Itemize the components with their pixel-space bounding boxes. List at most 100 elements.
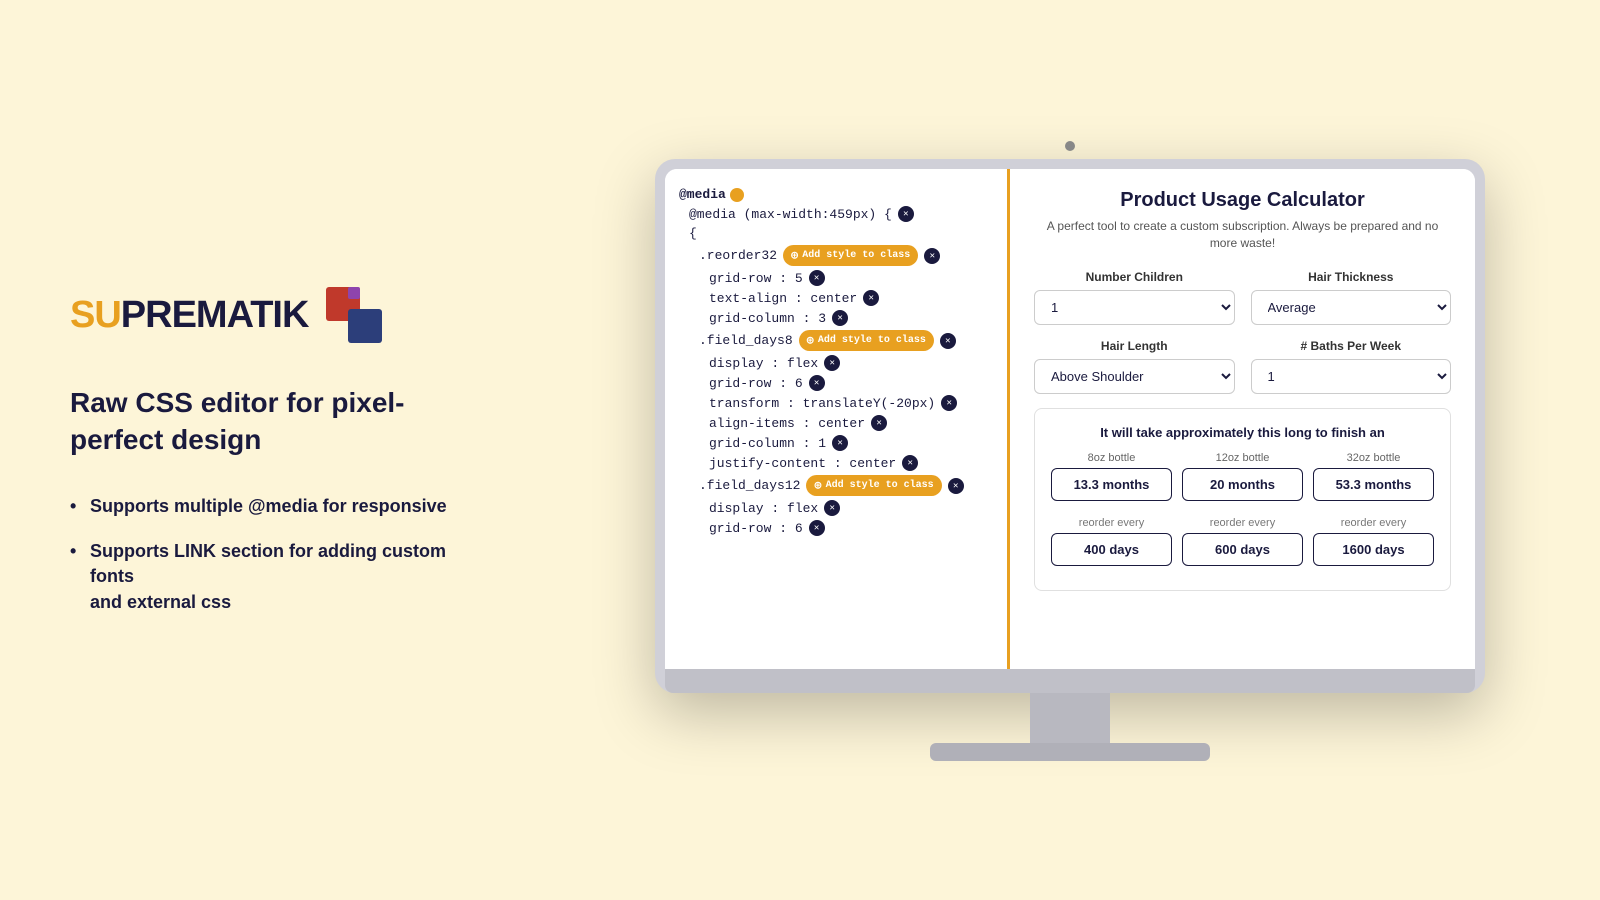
css-alignitems: align-items : center — [709, 416, 865, 431]
monitor-container: @media @media (max-width:459px) { ✕ { — [540, 139, 1600, 761]
css-text-0: @media (max-width:459px) { — [689, 207, 892, 222]
css-line-display-flex-2: display : flex ✕ — [679, 498, 993, 518]
number-children-label: Number Children — [1034, 270, 1235, 284]
css-gridrow6-2: grid-row : 6 — [709, 521, 803, 536]
css-gridcol1: grid-column : 1 — [709, 436, 826, 451]
close-btn-display-flex[interactable]: ✕ — [824, 355, 840, 371]
calc-title: Product Usage Calculator — [1034, 189, 1451, 212]
monitor-chin — [665, 669, 1475, 693]
reorder-value-32oz: 1600 days — [1313, 533, 1434, 566]
monitor-screen: @media @media (max-width:459px) { ✕ { — [665, 169, 1475, 669]
add-style-badge-1[interactable]: ⊕ Add style to class — [783, 245, 918, 266]
css-line-media: @media — [679, 185, 993, 204]
monitor-screen-wrapper: @media @media (max-width:459px) { ✕ { — [655, 159, 1485, 693]
add-style-badge-2[interactable]: ⊕ Add style to class — [799, 330, 934, 351]
close-btn-justifycontent[interactable]: ✕ — [902, 455, 918, 471]
css-display-flex: display : flex — [709, 356, 818, 371]
brand-logo-icon — [324, 285, 384, 345]
hair-thickness-select[interactable]: Fine Average Thick — [1251, 290, 1452, 325]
close-btn-gridrow6-2[interactable]: ✕ — [809, 520, 825, 536]
bullet-2-text: Supports LINK section for adding custom … — [90, 541, 446, 611]
bottle-col-8oz: 8oz bottle 13.3 months — [1051, 452, 1172, 501]
calc-row-2: Hair Length Short Above Shoulder Shoulde… — [1034, 339, 1451, 394]
css-line-reorder32: .reorder32 ⊕ Add style to class ✕ — [679, 243, 993, 268]
css-textalign: text-align : center — [709, 291, 857, 306]
close-btn-gridrow6[interactable]: ✕ — [809, 375, 825, 391]
reorder-col-32oz: reorder every 1600 days — [1313, 509, 1434, 566]
bullets-list: Supports multiple @media for responsive … — [70, 494, 480, 615]
css-transform: transform : translateY(-20px) — [709, 396, 935, 411]
close-btn-fielddays12[interactable]: ✕ — [948, 478, 964, 494]
number-children-select[interactable]: 1 2 3 — [1034, 290, 1235, 325]
bottle-col-32oz: 32oz bottle 53.3 months — [1313, 452, 1434, 501]
close-btn-display-flex-2[interactable]: ✕ — [824, 500, 840, 516]
badge-label-2: Add style to class — [818, 335, 926, 346]
close-btn-gridrow5[interactable]: ✕ — [809, 270, 825, 286]
badge-label-1: Add style to class — [802, 250, 910, 261]
brand-name: SUPREMATIK — [70, 294, 308, 337]
monitor-dot — [1065, 141, 1075, 151]
add-style-badge-3[interactable]: ⊕ Add style to class — [806, 475, 941, 496]
bottle-labels-row: 8oz bottle 13.3 months 12oz bottle 20 mo… — [1051, 452, 1434, 501]
css-editor-panel: @media @media (max-width:459px) { ✕ { — [665, 169, 1010, 669]
css-justifycontent: justify-content : center — [709, 456, 896, 471]
calculator-panel: Product Usage Calculator A perfect tool … — [1010, 169, 1475, 669]
css-line-gridcol1: grid-column : 1 ✕ — [679, 433, 993, 453]
reorder-value-8oz: 400 days — [1051, 533, 1172, 566]
bottle-label-8oz: 8oz bottle — [1051, 452, 1172, 464]
css-line-gridrow6: grid-row : 6 ✕ — [679, 373, 993, 393]
css-gridrow6: grid-row : 6 — [709, 376, 803, 391]
bottle-label-12oz: 12oz bottle — [1182, 452, 1303, 464]
reorder-row: reorder every 400 days reorder every 600… — [1051, 509, 1434, 566]
css-line-fielddays12: .field_days12 ⊕ Add style to class ✕ — [679, 473, 993, 498]
close-btn-transform[interactable]: ✕ — [941, 395, 957, 411]
css-line-gridrow6-2: grid-row : 6 ✕ — [679, 518, 993, 538]
reorder-label-32oz: reorder every — [1313, 517, 1434, 529]
reorder-col-12oz: reorder every 600 days — [1182, 509, 1303, 566]
css-display-flex-2: display : flex — [709, 501, 818, 516]
reorder-label-8oz: reorder every — [1051, 517, 1172, 529]
css-class-fielddays12: .field_days12 — [699, 478, 800, 493]
hair-length-field: Hair Length Short Above Shoulder Shoulde… — [1034, 339, 1235, 394]
hair-length-select[interactable]: Short Above Shoulder Shoulder Long — [1034, 359, 1235, 394]
number-children-field: Number Children 1 2 3 — [1034, 270, 1235, 325]
results-box: It will take approximately this long to … — [1034, 408, 1451, 591]
media-dot-icon — [730, 188, 744, 202]
bottle-value-8oz: 13.3 months — [1051, 468, 1172, 501]
css-line-transform: transform : translateY(-20px) ✕ — [679, 393, 993, 413]
close-btn-alignitems[interactable]: ✕ — [871, 415, 887, 431]
css-brace: { — [689, 226, 697, 241]
bullet-1: Supports multiple @media for responsive — [70, 494, 480, 519]
css-line-fielddays8: .field_days8 ⊕ Add style to class ✕ — [679, 328, 993, 353]
brand-row: SUPREMATIK — [70, 285, 480, 345]
bottle-label-32oz: 32oz bottle — [1313, 452, 1434, 464]
css-line-textalign: text-align : center ✕ — [679, 288, 993, 308]
hair-length-label: Hair Length — [1034, 339, 1235, 353]
css-line-gridcol3: grid-column : 3 ✕ — [679, 308, 993, 328]
close-btn-gridcol3[interactable]: ✕ — [832, 310, 848, 326]
monitor: @media @media (max-width:459px) { ✕ { — [655, 159, 1485, 761]
close-btn-fielddays8[interactable]: ✕ — [940, 333, 956, 349]
close-btn-reorder32[interactable]: ✕ — [924, 248, 940, 264]
reorder-value-12oz: 600 days — [1182, 533, 1303, 566]
close-btn-textalign[interactable]: ✕ — [863, 290, 879, 306]
hair-thickness-label: Hair Thickness — [1251, 270, 1452, 284]
bottle-value-12oz: 20 months — [1182, 468, 1303, 501]
css-gridrow5: grid-row : 5 — [709, 271, 803, 286]
close-btn-gridcol1[interactable]: ✕ — [832, 435, 848, 451]
css-line-justifycontent: justify-content : center ✕ — [679, 453, 993, 473]
close-btn-0[interactable]: ✕ — [898, 206, 914, 222]
baths-per-week-select[interactable]: 1 2 3 — [1251, 359, 1452, 394]
brand-su: SU — [70, 294, 121, 336]
bullet-2: Supports LINK section for adding custom … — [70, 539, 480, 615]
reorder-col-8oz: reorder every 400 days — [1051, 509, 1172, 566]
css-line-display-flex: display : flex ✕ — [679, 353, 993, 373]
calc-row-1: Number Children 1 2 3 Hair Thickness Fin… — [1034, 270, 1451, 325]
css-line-0: @media (max-width:459px) { ✕ — [679, 204, 993, 224]
media-tag: @media — [679, 187, 744, 202]
bottle-col-12oz: 12oz bottle 20 months — [1182, 452, 1303, 501]
left-section: SUPREMATIK Raw CSS editor for pixel-perf… — [0, 225, 540, 675]
calc-subtitle: A perfect tool to create a custom subscr… — [1034, 218, 1451, 252]
css-line-alignitems: align-items : center ✕ — [679, 413, 993, 433]
results-title: It will take approximately this long to … — [1051, 425, 1434, 440]
